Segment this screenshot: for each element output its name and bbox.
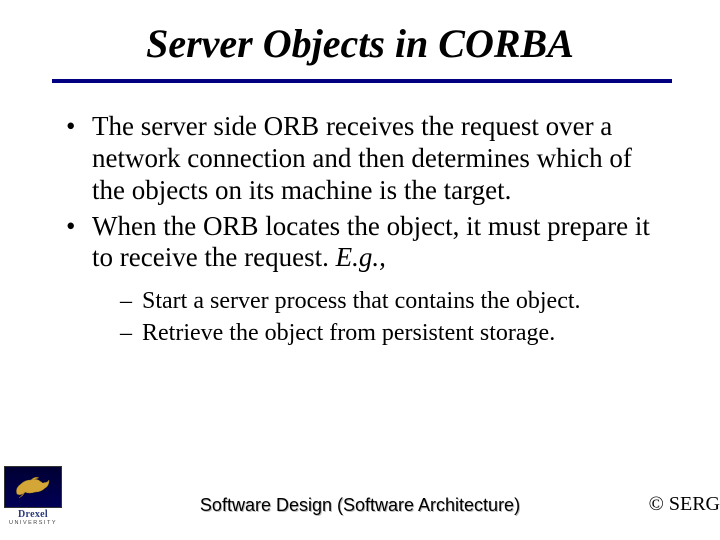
sub-text: Start a server process that contains the… bbox=[142, 288, 581, 314]
sub-list: Start a server process that contains the… bbox=[92, 286, 660, 348]
footer: Drexel UNIVERSITY Software Design (Softw… bbox=[0, 466, 720, 526]
bullet-eg: E.g., bbox=[336, 242, 386, 272]
bullet-item: The server side ORB receives the request… bbox=[64, 111, 660, 207]
footer-center-text: Software Design (Software Architecture) bbox=[200, 495, 520, 516]
content-area: The server side ORB receives the request… bbox=[0, 83, 720, 348]
logo-subtitle: UNIVERSITY bbox=[4, 520, 62, 526]
logo-emblem bbox=[4, 466, 62, 508]
dragon-icon bbox=[11, 470, 55, 504]
logo-name: Drexel bbox=[4, 509, 62, 520]
footer-copyright: © SERG bbox=[649, 493, 720, 516]
university-logo: Drexel UNIVERSITY bbox=[4, 466, 62, 526]
sub-text: Retrieve the object from persistent stor… bbox=[142, 320, 555, 346]
bullet-list: The server side ORB receives the request… bbox=[64, 111, 660, 348]
bullet-text: The server side ORB receives the request… bbox=[92, 111, 632, 205]
bullet-item: When the ORB locates the object, it must… bbox=[64, 211, 660, 349]
sub-item: Retrieve the object from persistent stor… bbox=[92, 318, 660, 348]
slide-title: Server Objects in CORBA bbox=[0, 0, 720, 79]
sub-item: Start a server process that contains the… bbox=[92, 286, 660, 316]
